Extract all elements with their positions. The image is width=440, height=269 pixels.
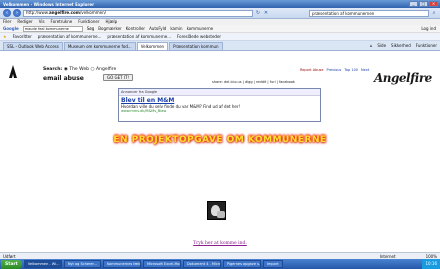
refresh-icon[interactable]: ↻ — [255, 10, 261, 16]
minimize-button[interactable]: _ — [409, 1, 418, 7]
taskbar-item[interactable]: Import — [262, 260, 283, 268]
taskbar-item[interactable]: Nyt og Scherer... — [63, 260, 101, 268]
ad-url[interactable]: www.mms.dk/M&Ms_Blaw — [119, 109, 320, 113]
ad-header: Annoncer fra Google — [119, 89, 320, 96]
search-scope-angelfire[interactable]: Angelfire — [96, 67, 116, 72]
google-term-button[interactable]: kamin — [170, 26, 182, 31]
address-prefix: http://www. — [26, 10, 49, 15]
safety-menu[interactable]: Sikkerhed — [391, 41, 411, 50]
tab-praesentation[interactable]: Præsentation kommun — [169, 42, 223, 50]
back-button[interactable]: ‹ — [3, 9, 11, 17]
taskbar-item[interactable]: Dokument 4 - Micro... — [182, 260, 221, 268]
angelfire-logo[interactable]: Angelfire — [374, 71, 432, 85]
google-term-button[interactable]: kommunerne — [187, 26, 214, 31]
page-menu[interactable]: Side — [377, 41, 386, 50]
security-zone: Internet — [379, 253, 396, 259]
tab-outlook[interactable]: SSL - Outlook Web Access — [3, 42, 63, 50]
star-icon[interactable]: ★ — [3, 34, 7, 39]
favorite-item[interactable]: præsentation af kommunerne... — [38, 34, 102, 39]
window-title: Velkommen - Windows Internet Explorer — [3, 1, 95, 7]
report-abuse-link[interactable]: Report Abuse — [300, 68, 324, 72]
angelfire-mark-icon — [9, 65, 17, 78]
google-login-link[interactable]: Log ind — [421, 26, 440, 31]
window-controls: _ □ × — [409, 1, 440, 7]
angelfire-header: Search: ◉ The Web ○ Angelfire email abus… — [0, 51, 440, 87]
taskbar-item[interactable]: Microsoft Excel-Mo... — [142, 260, 181, 268]
page-content: Search: ◉ The Web ○ Angelfire email abus… — [0, 51, 440, 252]
taskbar-item[interactable]: Kommunernes fældt... — [102, 260, 141, 268]
close-button[interactable]: × — [429, 1, 438, 7]
page-image — [207, 201, 226, 220]
tools-menu[interactable]: Funktioner — [416, 41, 437, 50]
browser-search-input[interactable]: præsentation af kommunernen — [309, 9, 429, 17]
tab-velkommen[interactable]: Velkommen — [136, 42, 169, 50]
share-links[interactable]: share: del.icio.us | digg | reddit | fur… — [212, 80, 295, 84]
favorites-bar: ★ Favoritter præsentation af kommunerne.… — [0, 33, 440, 41]
window-titlebar: Velkommen - Windows Internet Explorer _ … — [0, 0, 440, 8]
get-it-button[interactable]: GO GET IT! — [103, 74, 134, 81]
google-check-button[interactable]: Kontroller — [126, 26, 145, 31]
google-autofill-button[interactable]: AutoFyld — [149, 26, 166, 31]
enter-link[interactable]: Tryk her at komme ind. — [0, 241, 440, 246]
search-label-text: Search: — [43, 67, 63, 72]
next-link[interactable]: Next — [361, 68, 369, 72]
email-abuse-label: email abuse — [43, 75, 84, 82]
ad-title-link[interactable]: Blev til en M&M — [119, 96, 320, 104]
image-hand — [217, 211, 225, 218]
taskbar-item[interactable]: Pigernes opgave s... — [222, 260, 261, 268]
home-icon[interactable]: ⌂ — [370, 41, 373, 50]
zoom-level[interactable]: 100% — [426, 254, 437, 259]
radio-icon[interactable]: ◉ — [64, 67, 68, 72]
search-label: Search: ◉ The Web ○ Angelfire — [43, 67, 116, 72]
google-logo: Google — [3, 26, 19, 31]
address-input[interactable]: http://www. angelfire.com/velkommen/ — [23, 9, 253, 17]
command-bar: ⌂ Side Sikkerhed Funktioner — [370, 41, 440, 50]
forward-button[interactable]: › — [13, 9, 21, 17]
google-ad-box[interactable]: Annoncer fra Google Blev til en M&M Hvor… — [118, 88, 321, 122]
address-domain: angelfire.com — [48, 10, 80, 15]
google-search-input[interactable]: maude feal kommunerne — [22, 25, 83, 32]
start-button[interactable]: Start — [1, 259, 22, 269]
address-suffix: /velkommen/ — [79, 10, 106, 15]
radio-icon[interactable]: ○ — [91, 67, 95, 72]
tab-museum[interactable]: Museum om kommunerne fod... — [63, 42, 136, 50]
fire-headline: EN PROJEKTOPGAVE OM KOMMUNERNE — [113, 135, 327, 145]
tab-bar: SSL - Outlook Web Access Museum om kommu… — [0, 41, 440, 51]
top-links: Report Abuse Previous Top 100 Next — [300, 68, 369, 72]
address-toolbar: ‹ › http://www. angelfire.com/velkommen/ … — [0, 8, 440, 19]
maximize-button[interactable]: □ — [419, 1, 428, 7]
taskbar-item[interactable]: Velkommen - Wi... — [23, 260, 62, 268]
status-bar: Udført Internet 100% — [0, 252, 440, 259]
status-text: Udført — [3, 253, 16, 259]
search-scope-web[interactable]: The Web — [69, 67, 89, 72]
taskbar: Start Velkommen - Wi... Nyt og Scherer..… — [0, 259, 440, 269]
previous-link[interactable]: Previous — [327, 68, 342, 72]
stop-icon[interactable]: ✕ — [263, 10, 269, 16]
favorite-item[interactable]: præsentation af kommunerne... — [107, 34, 171, 39]
top100-link[interactable]: Top 100 — [344, 68, 358, 72]
search-icon[interactable]: ⌕ — [431, 10, 437, 16]
google-bookmarks-button[interactable]: Bogmærker — [98, 26, 121, 31]
google-toolbar: Google maude feal kommunerne Søg Bogmærk… — [0, 25, 440, 33]
google-search-button[interactable]: Søg — [87, 26, 95, 31]
favorite-item[interactable]: Foreslåede websteder — [177, 34, 221, 39]
system-tray-clock: 10:16 — [422, 259, 440, 269]
favorites-label[interactable]: Favoritter — [13, 34, 32, 39]
